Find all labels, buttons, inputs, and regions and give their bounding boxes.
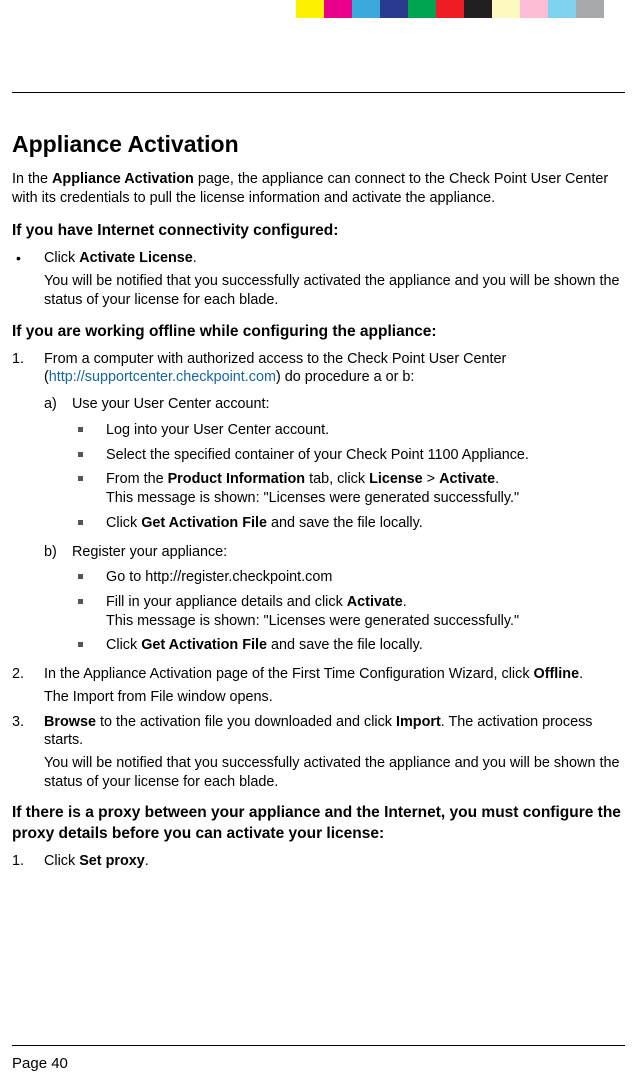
section3-heading: If there is a proxy between your applian… [12,803,625,843]
section2-heading: If you are working offline while configu… [12,322,625,342]
swatch-green [408,0,436,18]
support-link[interactable]: http://supportcenter.checkpoint.com [49,369,276,385]
swatch-pink [520,0,548,18]
step-1: 1. From a computer with authorized acces… [12,350,625,655]
swatch-red [436,0,464,18]
step-3: 3. Browse to the activation file you dow… [12,713,625,792]
proxy-step-1: 1. Click Set proxy. [12,852,625,871]
intro-text: In the Appliance Activation page, the ap… [12,170,625,207]
page: Appliance Activation In the Appliance Ac… [0,0,637,1088]
section2-list: 1. From a computer with authorized acces… [12,350,625,792]
swatch-navy [380,0,408,18]
swatch-gray [576,0,604,18]
option-a-bullets: Log into your User Center account. Selec… [72,421,625,533]
b-b3: Click Get Activation File and save the f… [72,636,625,655]
option-b: b) Register your appliance: Go to http:/… [44,543,625,656]
a-b3: From the Product Information tab, click … [72,470,625,507]
colorbar [296,0,604,18]
swatch-cyan [352,0,380,18]
b-b1: Go to http://register.checkpoint.com [72,568,625,587]
swatch-yellow [296,0,324,18]
step-2: 2. In the Appliance Activation page of t… [12,665,625,706]
section1-bullet: Click Activate License. You will be noti… [12,249,625,309]
swatch-lightyellow [492,0,520,18]
a-b2: Select the specified container of your C… [72,446,625,465]
swatch-black [464,0,492,18]
option-b-bullets: Go to http://register.checkpoint.com Fil… [72,568,625,655]
a-b4: Click Get Activation File and save the f… [72,514,625,533]
section1-heading: If you have Internet connectivity config… [12,221,625,241]
section1-list: Click Activate License. You will be noti… [12,249,625,309]
swatch-magenta [324,0,352,18]
page-title: Appliance Activation [12,130,625,160]
b-b2: Fill in your appliance details and click… [72,593,625,630]
step1-sublist: a) Use your User Center account: Log int… [44,395,625,655]
bottom-divider [12,1045,625,1046]
option-a: a) Use your User Center account: Log int… [44,395,625,532]
page-number: Page 40 [12,1055,68,1072]
content: Appliance Activation In the Appliance Ac… [12,130,625,876]
section3-list: 1. Click Set proxy. [12,852,625,871]
swatch-lightblue [548,0,576,18]
a-b1: Log into your User Center account. [72,421,625,440]
top-divider [12,92,625,93]
